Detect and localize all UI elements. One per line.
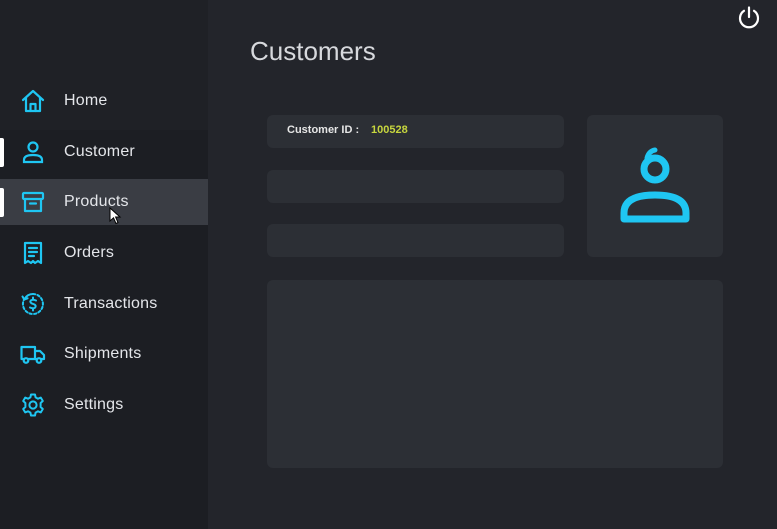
truck-icon	[20, 341, 46, 367]
user-avatar-icon	[620, 147, 690, 223]
home-icon	[20, 88, 46, 114]
receipt-icon	[20, 240, 46, 266]
sidebar-item-label: Transactions	[64, 294, 158, 312]
sidebar-item-label: Home	[64, 92, 108, 109]
customer-field-3[interactable]	[267, 224, 564, 257]
sidebar-item-products[interactable]: Products	[0, 179, 208, 226]
page-title: Customers	[250, 36, 376, 66]
gear-icon	[20, 392, 46, 418]
customer-id-field: Customer ID : 100528	[267, 115, 564, 148]
power-icon	[738, 6, 760, 29]
customer-notes-area[interactable]	[267, 280, 723, 468]
sidebar-item-home[interactable]: Home	[0, 78, 208, 124]
sidebar-item-label: Customer	[64, 142, 135, 160]
dollar-cycle-icon	[20, 291, 46, 317]
power-button[interactable]	[736, 5, 762, 31]
sidebar-item-transactions[interactable]: Transactions	[0, 281, 208, 327]
archive-box-icon	[20, 189, 46, 215]
sidebar-item-label: Shipments	[64, 345, 142, 363]
sidebar-item-orders[interactable]: Orders	[0, 230, 208, 276]
customer-field-2[interactable]	[267, 170, 564, 203]
user-icon	[20, 139, 46, 165]
sidebar-item-customer[interactable]: Customer	[0, 129, 208, 175]
sidebar-item-label: Orders	[64, 244, 115, 262]
active-indicator	[0, 137, 4, 167]
sidebar-item-label: Settings	[64, 396, 124, 414]
mouse-cursor-icon	[109, 207, 122, 225]
active-indicator	[0, 188, 4, 218]
sidebar-item-shipments[interactable]: Shipments	[0, 331, 208, 377]
avatar-card[interactable]	[587, 115, 723, 257]
sidebar-nav: Home Customer Products Orders Transactio…	[0, 78, 208, 433]
app-window: Home Customer Products Orders Transactio…	[0, 0, 777, 529]
sidebar-item-settings[interactable]: Settings	[0, 382, 208, 428]
customer-id-label: Customer ID :	[287, 124, 360, 136]
customer-id-value: 100528	[371, 124, 408, 136]
sidebar: Home Customer Products Orders Transactio…	[0, 0, 208, 529]
